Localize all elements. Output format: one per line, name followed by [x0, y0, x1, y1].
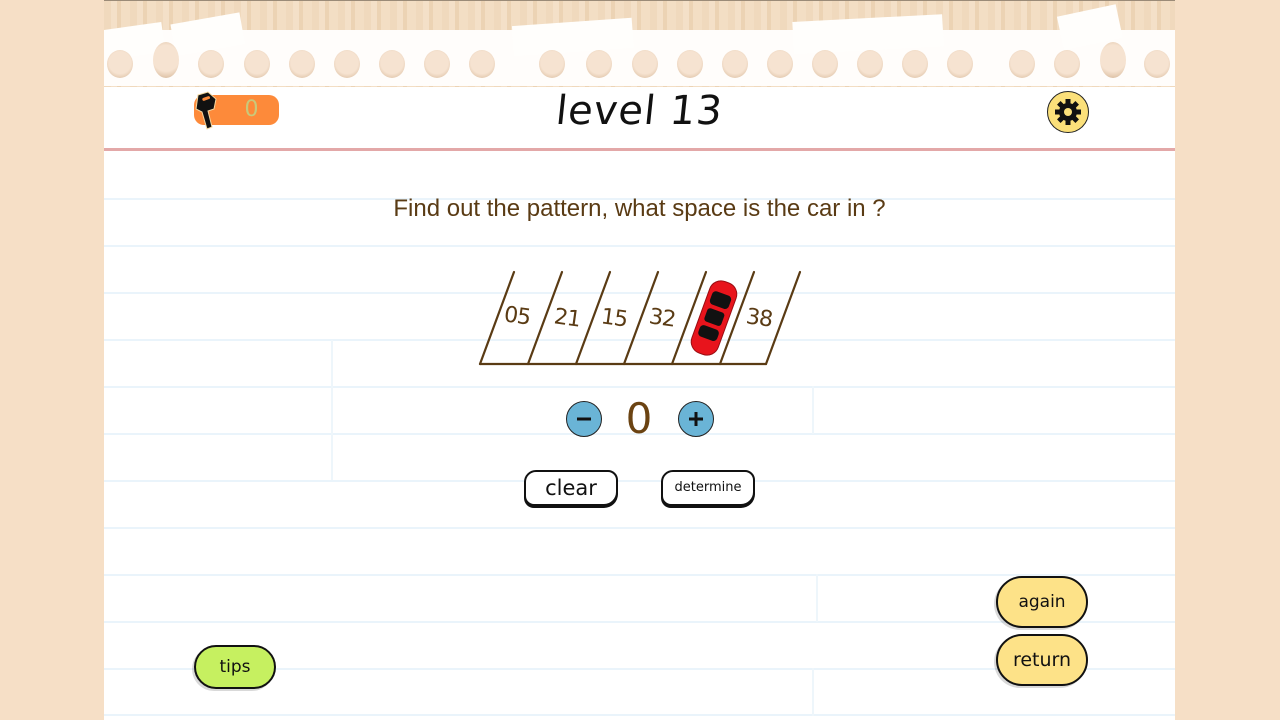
paper-seam [812, 386, 814, 434]
minus-icon [577, 417, 591, 421]
determine-button[interactable]: determine [661, 470, 755, 506]
ruled-line [104, 480, 1175, 482]
binder-hole [767, 50, 793, 78]
binder-hole [857, 50, 883, 78]
space-number: 32 [647, 304, 677, 333]
binder-hole [539, 50, 565, 78]
question-text: Find out the pattern, what space is the … [393, 195, 886, 222]
binder-hole [812, 50, 838, 78]
space-number: 05 [502, 302, 532, 331]
binder-hole [902, 50, 928, 78]
return-button[interactable]: return [996, 634, 1088, 686]
margin-line [104, 148, 1175, 151]
paper-seam [812, 668, 814, 716]
binder-hole [153, 42, 179, 78]
gear-icon [1055, 99, 1081, 125]
again-button[interactable]: again [996, 576, 1088, 628]
space-number: 15 [599, 304, 629, 333]
clear-button[interactable]: clear [524, 470, 618, 506]
paper-seam [331, 340, 333, 480]
space-number: 38 [744, 304, 774, 333]
binder-hole [722, 50, 748, 78]
binder-hole [198, 50, 224, 78]
binder-hole [677, 50, 703, 78]
binder-hole [289, 50, 315, 78]
level-title: level 13 [553, 88, 726, 134]
binder-hole [632, 50, 658, 78]
paper-seam [816, 574, 818, 622]
binder-hole [947, 50, 973, 78]
binder-hole [1054, 50, 1080, 78]
answer-value: 0 [625, 394, 653, 443]
binder-hole [1144, 50, 1170, 78]
binder-hole [379, 50, 405, 78]
binder-hole [107, 50, 133, 78]
decrement-button[interactable] [566, 401, 602, 437]
increment-button[interactable] [678, 401, 714, 437]
binder-hole [586, 50, 612, 78]
settings-button[interactable] [1047, 91, 1089, 133]
ruled-line [104, 574, 1175, 576]
binder-hole [1009, 50, 1035, 78]
space-number: 21 [552, 304, 582, 333]
parking-lot: 05 21 15 32 38 [474, 266, 814, 371]
binder-hole [1100, 42, 1126, 78]
binder-hole [424, 50, 450, 78]
car-icon [690, 280, 738, 356]
ruled-line [104, 714, 1175, 716]
binder-hole [469, 50, 495, 78]
ruled-line [104, 527, 1175, 529]
plus-icon [689, 412, 703, 426]
ruled-line [104, 386, 1175, 388]
notebook-page: 0 level 13 Find out the pattern, what sp… [104, 0, 1175, 720]
binder-hole [244, 50, 270, 78]
tips-button[interactable]: tips [194, 645, 276, 689]
binder-hole [334, 50, 360, 78]
ruled-line [104, 245, 1175, 247]
